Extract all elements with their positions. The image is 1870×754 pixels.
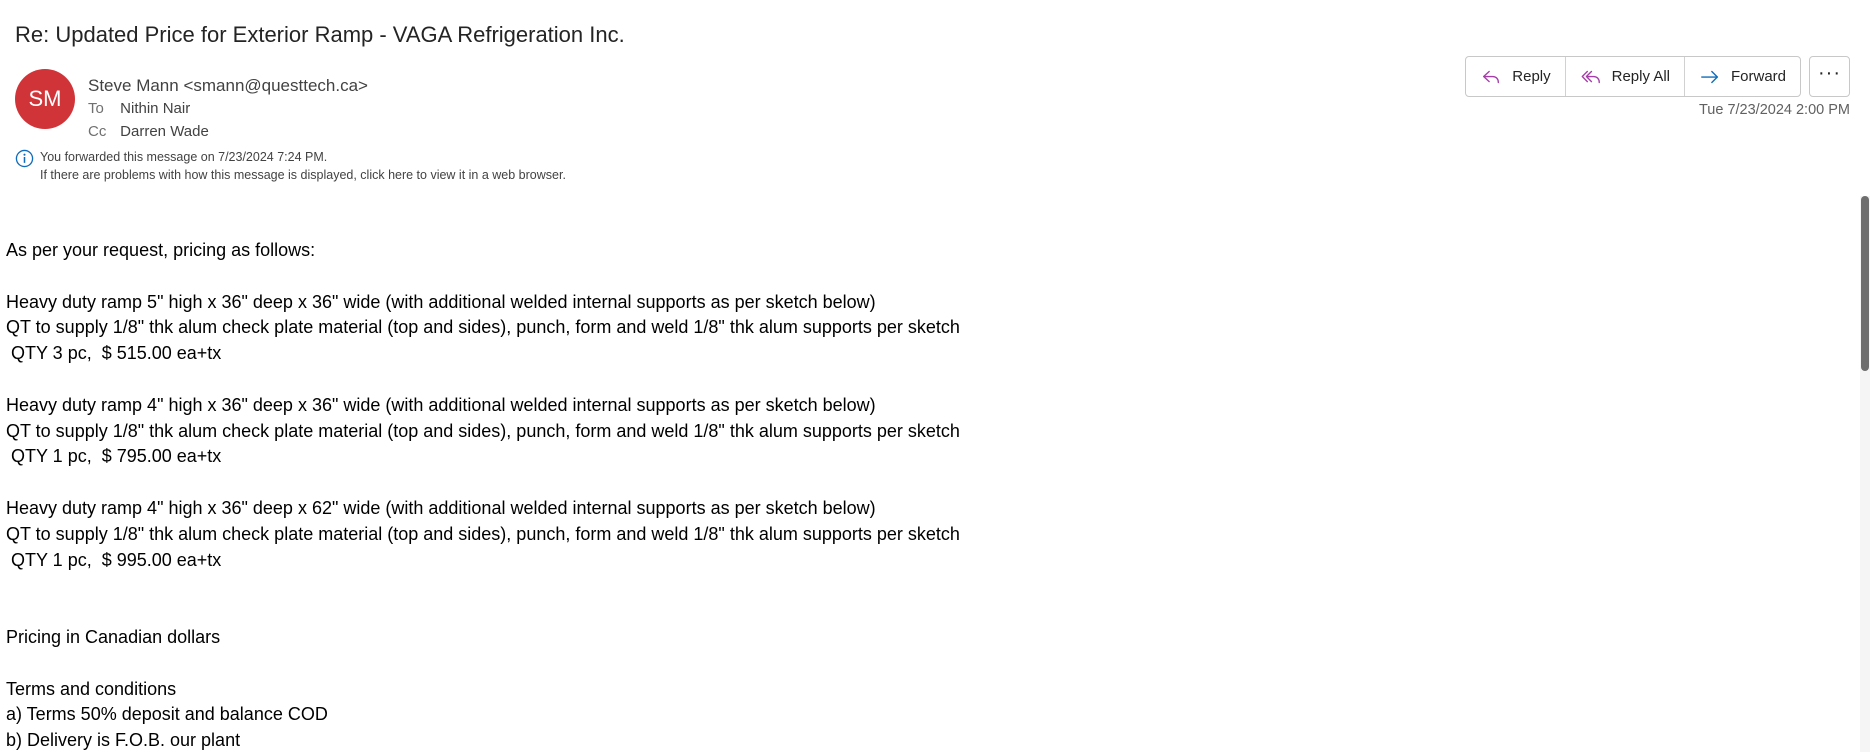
reply-all-button[interactable]: Reply All — [1566, 57, 1685, 96]
message-timestamp: Tue 7/23/2024 2:00 PM — [1698, 102, 1850, 118]
info-circle-icon — [15, 149, 34, 168]
to-row: To Nithin Nair — [88, 100, 190, 117]
ellipsis-icon: ··· — [1818, 61, 1841, 84]
reply-all-label: Reply All — [1611, 68, 1670, 85]
body-line — [6, 264, 960, 290]
body-line — [6, 470, 960, 496]
forward-arrow-icon — [1701, 70, 1719, 83]
forwarded-notice: You forwarded this message on 7/23/2024 … — [40, 150, 328, 164]
cc-recipient[interactable]: Darren Wade — [120, 123, 209, 140]
forward-label: Forward — [1730, 68, 1786, 85]
reply-button[interactable]: Reply — [1466, 57, 1566, 96]
body-line: As per your request, pricing as follows: — [6, 240, 316, 260]
body-line: QTY 1 pc, $ 995.00 ea+tx — [6, 549, 222, 570]
scrollbar-thumb[interactable] — [1861, 196, 1869, 371]
browser-view-link[interactable]: If there are problems with how this mess… — [40, 168, 566, 182]
body-line — [6, 367, 960, 393]
body-line: QT to supply 1/8" thk alum check plate m… — [6, 317, 960, 338]
body-line: Heavy duty ramp 5" high x 36" deep x 36"… — [6, 291, 876, 312]
more-actions-button[interactable]: ··· — [1809, 56, 1850, 97]
message-body: As per your request, pricing as follows:… — [6, 238, 960, 754]
cc-label: Cc — [88, 123, 107, 140]
body-line: Pricing in Canadian dollars — [6, 626, 221, 647]
body-line — [6, 573, 960, 599]
sender-avatar[interactable]: SM — [15, 69, 75, 129]
reply-arrow-icon — [1483, 70, 1500, 83]
body-line: QT to supply 1/8" thk alum check plate m… — [6, 523, 960, 544]
cc-row: Cc Darren Wade — [88, 123, 209, 140]
body-line: Heavy duty ramp 4" high x 36" deep x 62"… — [6, 497, 876, 518]
body-line — [6, 651, 960, 677]
body-line: QTY 3 pc, $ 515.00 ea+tx — [6, 343, 222, 364]
body-line — [6, 599, 960, 625]
email-subject: Re: Updated Price for Exterior Ramp - VA… — [15, 22, 625, 47]
body-line: a) Terms 50% deposit and balance COD — [6, 704, 328, 725]
body-line: Terms and conditions — [6, 678, 177, 699]
body-line: Heavy duty ramp 4" high x 36" deep x 36"… — [6, 394, 876, 415]
body-line: QTY 1 pc, $ 795.00 ea+tx — [6, 446, 222, 467]
reply-label: Reply — [1512, 68, 1551, 85]
sender-name[interactable]: Steve Mann <smann@questtech.ca> — [88, 76, 368, 96]
body-line: b) Delivery is F.O.B. our plant — [6, 730, 241, 751]
reply-all-arrow-icon — [1581, 70, 1600, 83]
message-actions: Reply Reply All Forward — [1465, 56, 1801, 97]
forward-button[interactable]: Forward — [1685, 57, 1800, 96]
to-label: To — [88, 100, 104, 117]
body-line: QT to supply 1/8" thk alum check plate m… — [6, 420, 960, 441]
to-recipient[interactable]: Nithin Nair — [120, 100, 190, 117]
